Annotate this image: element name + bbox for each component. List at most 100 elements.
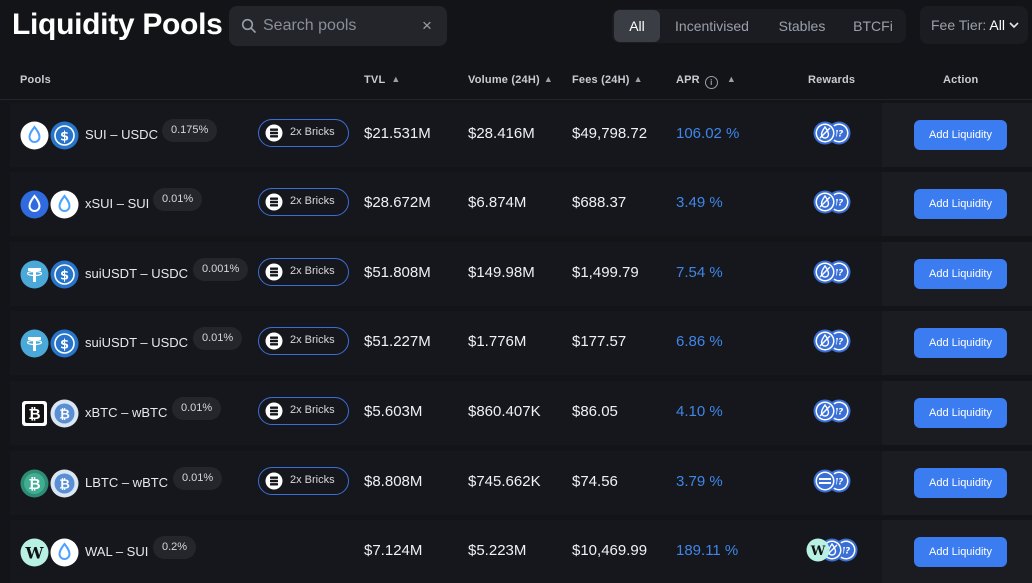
fees-value: $74.56: [572, 473, 618, 490]
lbtc-icon: ₿: [20, 469, 49, 498]
add-liquidity-button[interactable]: Add Liquidity: [914, 120, 1007, 150]
svg-text:₿: ₿: [59, 478, 70, 493]
table-row[interactable]: $ suiUSDT – USDC 0.001% 2x Bricks $51.808M $1…: [10, 242, 1032, 306]
wal-reward-icon: W: [806, 538, 830, 562]
volume-value: $745.662K: [468, 473, 541, 490]
bricks-badge: 2x Bricks: [258, 188, 349, 216]
fees-value: $86.05: [572, 403, 618, 420]
tvl-value: $28.672M: [364, 194, 431, 211]
bricks-icon: [265, 472, 283, 490]
usdc-icon: $: [50, 260, 79, 289]
bricks-icon: [265, 124, 283, 142]
svg-text:$: $: [60, 269, 69, 284]
bricks-label: 2x Bricks: [290, 404, 335, 416]
bricks-badge: 2x Bricks: [258, 119, 349, 147]
apr-value[interactable]: 6.86 %: [676, 333, 723, 350]
table-row[interactable]: xSUI – SUI 0.01% 2x Bricks $28.672M $6.874M $…: [10, 172, 1032, 236]
sort-icon: ▲: [633, 74, 643, 84]
pool-pair-name[interactable]: suiUSDT – USDC: [85, 266, 188, 281]
sui-reward-icon: [813, 399, 837, 423]
pool-pair-name[interactable]: suiUSDT – USDC: [85, 335, 188, 350]
volume-value: $5.223M: [468, 542, 527, 559]
info-icon[interactable]: i: [704, 76, 718, 89]
column-tvl[interactable]: TVL ▲: [364, 74, 401, 86]
stripe-reward-icon: [813, 469, 837, 493]
bricks-label: 2x Bricks: [290, 474, 335, 486]
sui-icon: [20, 121, 49, 150]
tvl-value: $51.808M: [364, 264, 431, 281]
volume-value: $28.416M: [468, 125, 535, 142]
add-liquidity-button[interactable]: Add Liquidity: [914, 537, 1007, 567]
bricks-icon: [265, 402, 283, 420]
column-volume[interactable]: Volume (24H) ▲: [468, 74, 553, 86]
filter-btcfi[interactable]: BTCFi: [844, 10, 902, 42]
svg-text:W: W: [810, 544, 826, 559]
pool-pair-name[interactable]: WAL – SUI: [85, 544, 148, 559]
sort-icon: ▲: [391, 74, 401, 84]
usdt-icon: [20, 329, 49, 358]
bricks-badge: 2x Bricks: [258, 467, 349, 495]
pool-pair-name[interactable]: xSUI – SUI: [85, 196, 149, 211]
top-bar: Liquidity Pools × All Incentivised Stabl…: [0, 0, 1032, 52]
filter-stables[interactable]: Stables: [766, 10, 838, 42]
apr-value[interactable]: 189.11 %: [676, 542, 738, 559]
add-liquidity-button[interactable]: Add Liquidity: [914, 398, 1007, 428]
svg-text:W: W: [25, 544, 45, 563]
search-icon: [241, 18, 256, 33]
tvl-value: $21.531M: [364, 125, 431, 142]
column-fees[interactable]: Fees (24H) ▲: [572, 74, 643, 86]
apr-value[interactable]: 7.54 %: [676, 264, 723, 281]
sui-icon: [50, 190, 79, 219]
bricks-badge: 2x Bricks: [258, 258, 349, 286]
fees-value: $10,469.99: [572, 542, 648, 559]
volume-value: $860.407K: [468, 403, 541, 420]
filter-incentivised[interactable]: Incentivised: [664, 10, 760, 42]
add-liquidity-button[interactable]: Add Liquidity: [914, 468, 1007, 498]
tvl-value: $8.808M: [364, 473, 423, 490]
add-liquidity-button[interactable]: Add Liquidity: [914, 189, 1007, 219]
column-rewards: Rewards: [808, 74, 856, 86]
add-liquidity-button[interactable]: Add Liquidity: [914, 259, 1007, 289]
bricks-label: 2x Bricks: [290, 195, 335, 207]
column-apr[interactable]: APR i ▲: [676, 74, 736, 89]
sui-reward-icon: [813, 190, 837, 214]
clear-search-icon[interactable]: ×: [419, 17, 435, 35]
pool-pair-name[interactable]: LBTC – wBTC: [85, 475, 168, 490]
fees-value: $49,798.72: [572, 125, 648, 142]
chevron-down-icon: [1009, 22, 1019, 29]
add-liquidity-button[interactable]: Add Liquidity: [914, 328, 1007, 358]
apr-value[interactable]: 4.10 %: [676, 403, 723, 420]
bricks-label: 2x Bricks: [290, 126, 335, 138]
table-row[interactable]: ₿ ₿ LBTC – wBTC 0.01% 2x Bricks $8.808M $745.6…: [10, 451, 1032, 515]
fee-tier-label: Fee Tier:: [931, 17, 987, 33]
filter-all[interactable]: All: [614, 10, 660, 42]
fee-tier-badge: 0.01%: [153, 188, 203, 211]
svg-text:$: $: [60, 338, 69, 353]
usdc-icon: $: [50, 329, 79, 358]
table-row[interactable]: W WAL – SUI 0.2% $7.124M $5.223M $10,469.99 18…: [10, 520, 1032, 583]
tvl-value: $5.603M: [364, 403, 423, 420]
table-row[interactable]: ₿ ₿ xBTC – wBTC 0.01% 2x Bricks $5.603M $860.4…: [10, 381, 1032, 445]
svg-text:₿: ₿: [28, 405, 40, 423]
apr-value[interactable]: 106.02 %: [676, 125, 739, 142]
sort-icon: ▲: [543, 74, 553, 84]
pool-pair-name[interactable]: SUI – USDC: [85, 127, 158, 142]
search-box[interactable]: ×: [229, 6, 447, 46]
column-pools: Pools: [20, 74, 51, 86]
fee-tier-dropdown[interactable]: Fee Tier: All: [920, 6, 1028, 44]
bricks-badge: 2x Bricks: [258, 397, 349, 425]
search-input[interactable]: [263, 6, 413, 46]
bricks-label: 2x Bricks: [290, 265, 335, 277]
volume-value: $149.98M: [468, 264, 535, 281]
bricks-icon: [265, 332, 283, 350]
apr-value[interactable]: 3.49 %: [676, 194, 723, 211]
table-row[interactable]: $ SUI – USDC 0.175% 2x Bricks $21.531M $28.41…: [10, 103, 1032, 167]
pool-filter-tabs: All Incentivised Stables BTCFi: [612, 9, 906, 43]
bricks-icon: [265, 193, 283, 211]
wal-icon: W: [20, 538, 49, 567]
apr-value[interactable]: 3.79 %: [676, 473, 723, 490]
table-row[interactable]: $ suiUSDT – USDC 0.01% 2x Bricks $51.227M $1.…: [10, 311, 1032, 375]
fee-tier-badge: 0.01%: [173, 467, 223, 490]
pool-pair-name[interactable]: xBTC – wBTC: [85, 405, 167, 420]
xsui-icon: [20, 190, 49, 219]
